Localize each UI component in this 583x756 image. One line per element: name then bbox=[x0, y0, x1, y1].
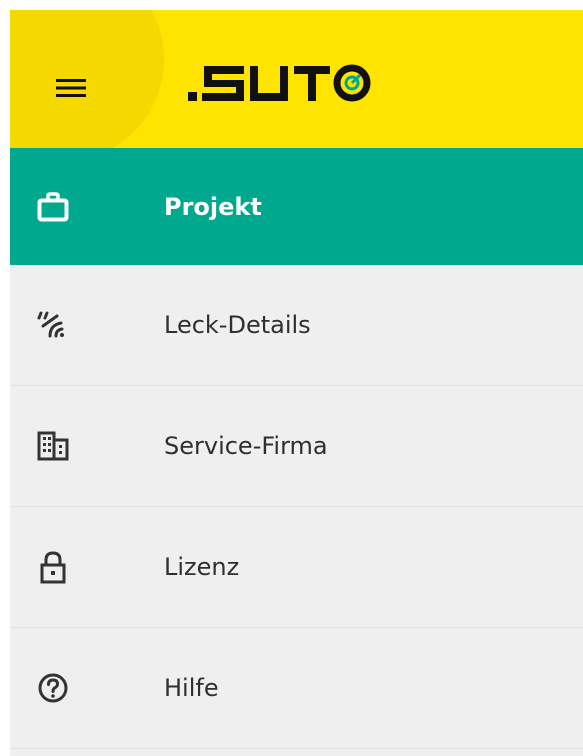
nav-item-leck-details[interactable]: Leck-Details bbox=[10, 265, 583, 386]
hamburger-menu-icon bbox=[56, 79, 86, 97]
nav-label-hilfe: Hilfe bbox=[164, 674, 219, 702]
building-icon bbox=[36, 429, 70, 463]
nav-item-lizenz[interactable]: Lizenz bbox=[10, 507, 583, 628]
app-window: Projekt Leck-Details Service-Firma Lizen… bbox=[10, 10, 583, 756]
leak-signal-icon bbox=[36, 308, 70, 342]
app-header bbox=[10, 10, 583, 148]
nav-item-projekt[interactable]: Projekt bbox=[10, 148, 583, 265]
menu-button[interactable] bbox=[10, 10, 164, 148]
navigation-menu: Projekt Leck-Details Service-Firma Lizen… bbox=[10, 148, 583, 749]
briefcase-icon bbox=[36, 190, 70, 224]
help-circle-icon bbox=[36, 671, 70, 705]
suto-logo bbox=[186, 58, 386, 102]
nav-label-leck-details: Leck-Details bbox=[164, 311, 311, 339]
nav-label-projekt: Projekt bbox=[164, 192, 262, 221]
nav-item-hilfe[interactable]: Hilfe bbox=[10, 628, 583, 749]
lock-icon bbox=[36, 550, 70, 584]
nav-label-service-firma: Service-Firma bbox=[164, 432, 328, 460]
nav-item-service-firma[interactable]: Service-Firma bbox=[10, 386, 583, 507]
suto-logo-graphic bbox=[188, 64, 371, 102]
nav-label-lizenz: Lizenz bbox=[164, 553, 240, 581]
